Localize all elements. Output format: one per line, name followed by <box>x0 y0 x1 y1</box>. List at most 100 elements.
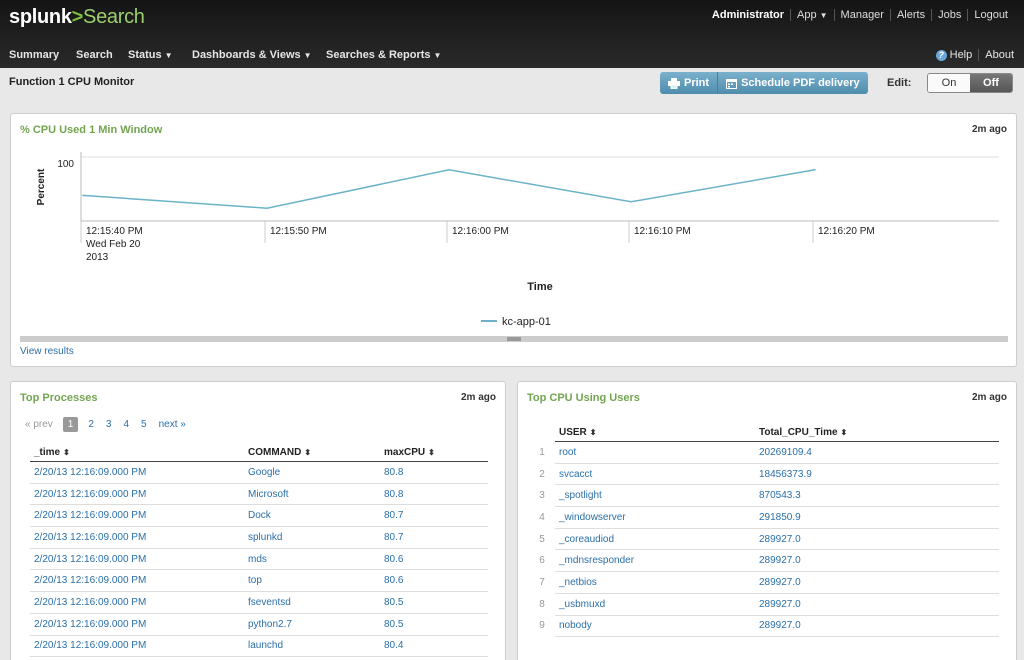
table-row[interactable]: 1 root 20269109.4 <box>529 441 999 464</box>
cell-maxcpu[interactable]: 80.4 <box>380 635 488 658</box>
cell-command[interactable]: mds <box>244 548 380 571</box>
cell-command[interactable]: splunkd <box>244 526 380 549</box>
cell-command[interactable]: top <box>244 569 380 593</box>
cell-time[interactable]: 2/20/13 12:16:09.000 PM <box>30 548 244 571</box>
cell-user[interactable]: _coreaudiod <box>555 528 755 551</box>
page-link-3[interactable]: 3 <box>106 419 112 430</box>
about-link[interactable]: About <box>985 49 1014 61</box>
manager-link[interactable]: Manager <box>833 9 890 21</box>
app-menu[interactable]: App ▼ <box>790 9 834 21</box>
cell-command[interactable]: Dock <box>244 504 380 528</box>
splunk-logo[interactable]: splunk>Search <box>9 6 145 29</box>
cell-user[interactable]: root <box>555 441 755 464</box>
cell-time[interactable]: 2/20/13 12:16:09.000 PM <box>30 526 244 549</box>
table-row[interactable]: 7 _netbios 289927.0 <box>529 571 999 594</box>
cell-cputime[interactable]: 291850.9 <box>755 506 999 529</box>
page-link-4[interactable]: 4 <box>123 419 129 430</box>
table-row[interactable]: 2/20/13 12:16:09.000 PM Microsoft 80.8 <box>30 483 488 506</box>
users-table: USER ⬍ Total_CPU_Time ⬍ 1 root 20269109.4 2 sv… <box>529 424 999 638</box>
jobs-link[interactable]: Jobs <box>931 9 967 21</box>
table-row[interactable]: 9 nobody 289927.0 <box>529 615 999 638</box>
cell-cputime[interactable]: 289927.0 <box>755 593 999 616</box>
processes-table: _time ⬍ COMMAND ⬍ maxCPU ⬍ 2/20/13 12:16:09… <box>30 444 488 658</box>
page-link-1[interactable]: 1 <box>62 417 79 432</box>
cell-maxcpu[interactable]: 80.7 <box>380 526 488 549</box>
cell-command[interactable]: python2.7 <box>244 613 380 636</box>
prev-page-link[interactable]: « prev <box>25 419 53 430</box>
cell-user[interactable]: _mdnsresponder <box>555 549 755 573</box>
nav-searches[interactable]: Searches & Reports ▼ <box>326 49 441 61</box>
table-row[interactable]: 8 _usbmuxd 289927.0 <box>529 593 999 616</box>
chart-scrollbar[interactable] <box>20 336 1008 342</box>
table-row[interactable]: 2/20/13 12:16:09.000 PM launchd 80.4 <box>30 635 488 658</box>
col-cputime-header[interactable]: Total_CPU_Time ⬍ <box>755 424 999 442</box>
cell-command[interactable]: Google <box>244 461 380 484</box>
cell-time[interactable]: 2/20/13 12:16:09.000 PM <box>30 569 244 593</box>
edit-toggle[interactable]: On Off <box>927 73 1013 93</box>
cell-user[interactable]: _windowserver <box>555 506 755 529</box>
view-results-link[interactable]: View results <box>20 346 74 357</box>
cell-time[interactable]: 2/20/13 12:16:09.000 PM <box>30 504 244 528</box>
cell-command[interactable]: Microsoft <box>244 483 380 506</box>
cell-command[interactable]: fseventsd <box>244 591 380 614</box>
cell-time[interactable]: 2/20/13 12:16:09.000 PM <box>30 461 244 484</box>
table-row[interactable]: 2/20/13 12:16:09.000 PM splunkd 80.7 <box>30 526 488 549</box>
cell-time[interactable]: 2/20/13 12:16:09.000 PM <box>30 483 244 506</box>
cell-cputime[interactable]: 289927.0 <box>755 549 999 573</box>
help-link[interactable]: ? Help <box>935 49 972 61</box>
cell-cputime[interactable]: 289927.0 <box>755 615 999 638</box>
col-command-header[interactable]: COMMAND ⬍ <box>244 444 380 462</box>
table-row[interactable]: 2 svcacct 18456373.9 <box>529 463 999 486</box>
table-row[interactable]: 3 _spotlight 870543.3 <box>529 484 999 508</box>
cell-cputime[interactable]: 18456373.9 <box>755 463 999 486</box>
cell-user[interactable]: _usbmuxd <box>555 593 755 616</box>
scroll-grip[interactable] <box>507 337 521 341</box>
table-row[interactable]: 5 _coreaudiod 289927.0 <box>529 528 999 551</box>
cell-time[interactable]: 2/20/13 12:16:09.000 PM <box>30 635 244 658</box>
cell-maxcpu[interactable]: 80.7 <box>380 504 488 528</box>
nav-status[interactable]: Status ▼ <box>128 49 173 61</box>
user-menu[interactable]: Administrator <box>706 9 790 21</box>
col-time-header[interactable]: _time ⬍ <box>30 444 244 462</box>
table-row[interactable]: 2/20/13 12:16:09.000 PM python2.7 80.5 <box>30 613 488 636</box>
table-row[interactable]: 2/20/13 12:16:09.000 PM Dock 80.7 <box>30 504 488 528</box>
cell-user[interactable]: svcacct <box>555 463 755 486</box>
table-row[interactable]: 2/20/13 12:16:09.000 PM mds 80.6 <box>30 548 488 571</box>
nav-dashboards[interactable]: Dashboards & Views ▼ <box>192 49 312 61</box>
cell-user[interactable]: _netbios <box>555 571 755 594</box>
schedule-pdf-button[interactable]: Schedule PDF delivery <box>718 72 868 94</box>
edit-off-option[interactable]: Off <box>970 74 1012 92</box>
cell-maxcpu[interactable]: 80.5 <box>380 613 488 636</box>
print-button[interactable]: Print <box>660 72 719 94</box>
table-row[interactable]: 4 _windowserver 291850.9 <box>529 506 999 529</box>
col-maxcpu-header[interactable]: maxCPU ⬍ <box>380 444 488 462</box>
cell-cputime[interactable]: 870543.3 <box>755 484 999 508</box>
table-row[interactable]: 2/20/13 12:16:09.000 PM Google 80.8 <box>30 461 488 484</box>
cell-user[interactable]: nobody <box>555 615 755 638</box>
table-row[interactable]: 2/20/13 12:16:09.000 PM top 80.6 <box>30 569 488 593</box>
cell-maxcpu[interactable]: 80.5 <box>380 591 488 614</box>
next-page-link[interactable]: next » <box>159 419 186 430</box>
table-row[interactable]: 2/20/13 12:16:09.000 PM fseventsd 80.5 <box>30 591 488 614</box>
cell-time[interactable]: 2/20/13 12:16:09.000 PM <box>30 591 244 614</box>
cell-command[interactable]: launchd <box>244 635 380 658</box>
page-link-5[interactable]: 5 <box>141 419 147 430</box>
alerts-link[interactable]: Alerts <box>889 9 931 21</box>
nav-summary[interactable]: Summary <box>9 49 59 61</box>
col-user-header[interactable]: USER ⬍ <box>555 424 755 442</box>
nav-search[interactable]: Search <box>76 49 113 61</box>
cell-maxcpu[interactable]: 80.6 <box>380 569 488 593</box>
table-row[interactable]: 6 _mdnsresponder 289927.0 <box>529 549 999 573</box>
page-link-2[interactable]: 2 <box>88 419 94 430</box>
logout-link[interactable]: Logout <box>967 9 1014 21</box>
cell-maxcpu[interactable]: 80.8 <box>380 461 488 484</box>
cell-maxcpu[interactable]: 80.8 <box>380 483 488 506</box>
cell-time[interactable]: 2/20/13 12:16:09.000 PM <box>30 613 244 636</box>
edit-on-option[interactable]: On <box>928 74 970 92</box>
col-label: _time <box>34 447 61 458</box>
cell-cputime[interactable]: 289927.0 <box>755 571 999 594</box>
cell-cputime[interactable]: 289927.0 <box>755 528 999 551</box>
cell-user[interactable]: _spotlight <box>555 484 755 508</box>
cell-maxcpu[interactable]: 80.6 <box>380 548 488 571</box>
cell-cputime[interactable]: 20269109.4 <box>755 441 999 464</box>
